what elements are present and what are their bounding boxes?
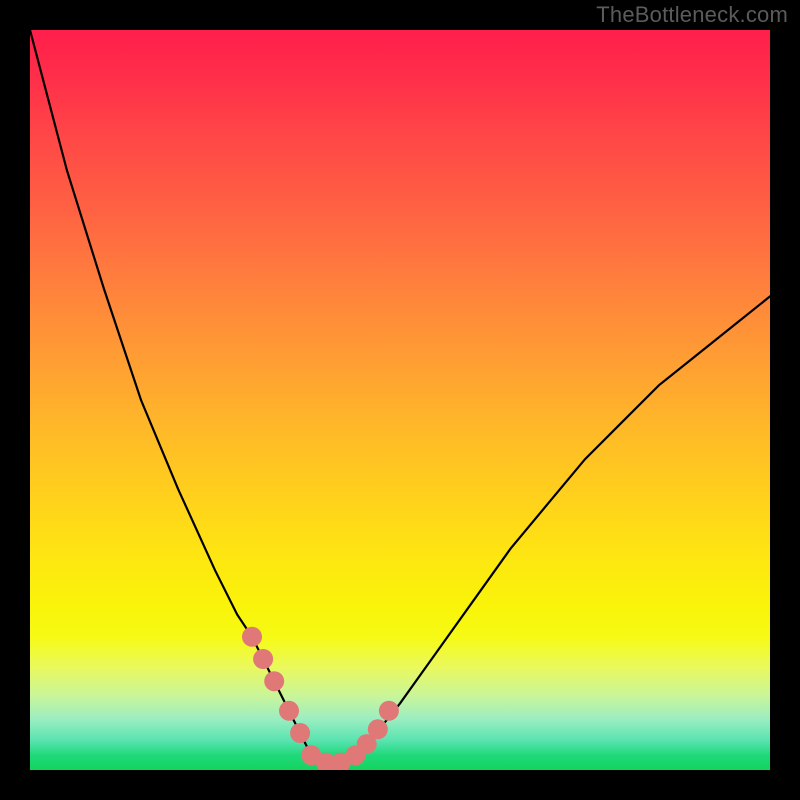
highlight-marker — [242, 627, 262, 647]
highlight-marker — [253, 649, 273, 669]
chart-frame: TheBottleneck.com — [0, 0, 800, 800]
highlight-marker — [379, 701, 399, 721]
highlight-marker-group — [242, 627, 399, 770]
plot-area — [30, 30, 770, 770]
highlight-marker — [290, 723, 310, 743]
bottleneck-curve-path — [30, 30, 770, 763]
highlight-marker — [279, 701, 299, 721]
watermark-label: TheBottleneck.com — [596, 2, 788, 28]
highlight-marker — [264, 671, 284, 691]
highlight-marker — [368, 719, 388, 739]
chart-svg — [30, 30, 770, 770]
